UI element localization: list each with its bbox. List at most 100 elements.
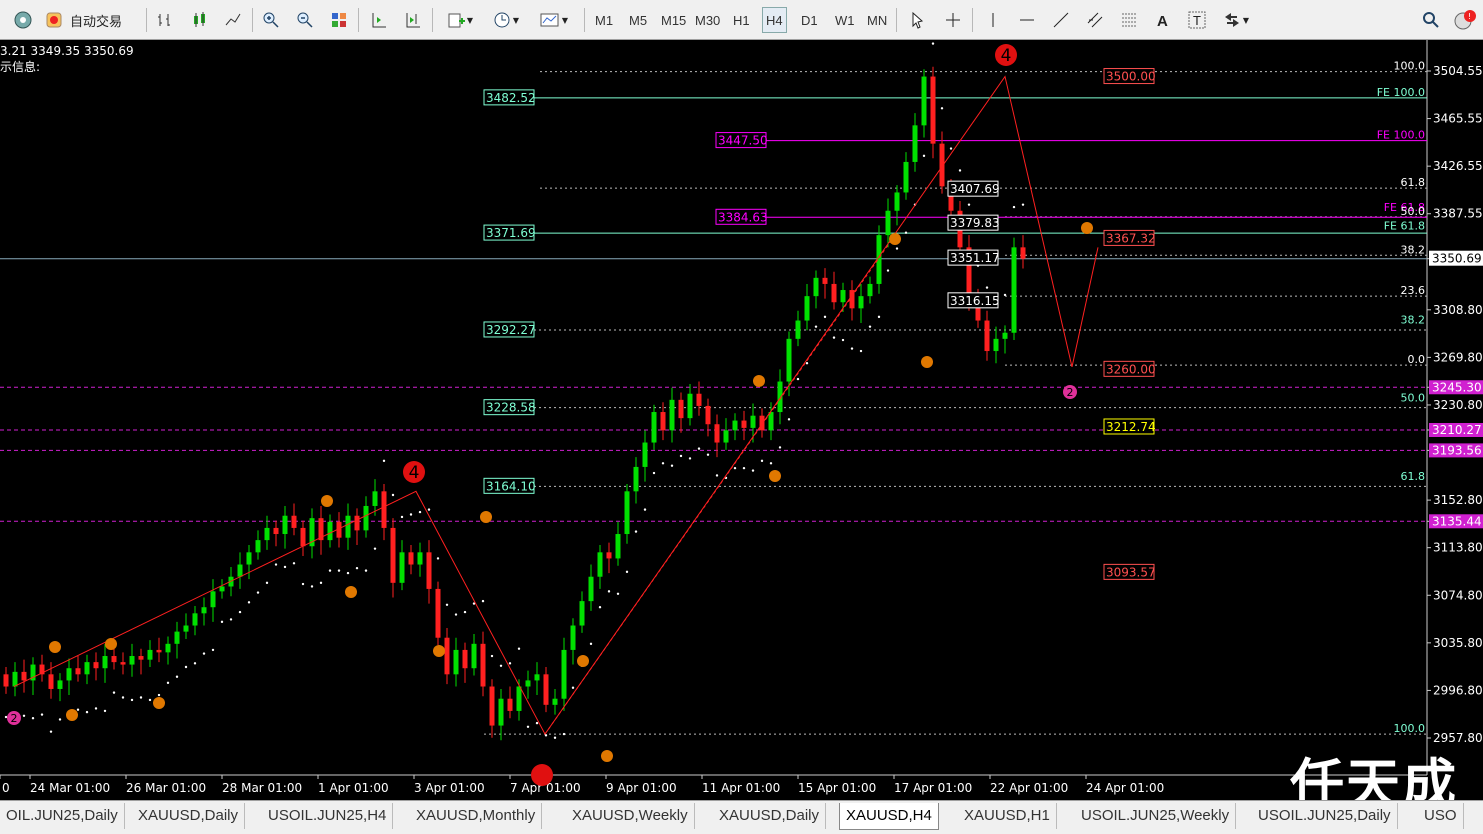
sar-dot bbox=[346, 571, 350, 575]
sar-dot bbox=[688, 457, 692, 460]
timeframe-m5[interactable]: M5 bbox=[626, 7, 650, 33]
line-chart-icon[interactable] bbox=[220, 7, 246, 33]
candle-body bbox=[669, 399, 675, 431]
chart-tab[interactable]: XAUUSD,Daily bbox=[132, 803, 246, 829]
search-icon[interactable] bbox=[1418, 7, 1444, 33]
timeframe-h4[interactable]: H4 bbox=[762, 7, 787, 33]
text-label-icon[interactable]: T bbox=[1184, 7, 1210, 33]
time-tick-label: 22 Apr 01:00 bbox=[990, 781, 1068, 795]
sar-dot bbox=[535, 721, 539, 725]
candle-body bbox=[21, 671, 27, 681]
sar-dot bbox=[130, 698, 134, 702]
trendline-icon[interactable] bbox=[1048, 7, 1074, 33]
time-tick-label: 24 Apr 01:00 bbox=[1086, 781, 1164, 795]
sar-dot bbox=[904, 231, 908, 234]
templates-dropdown[interactable]: ▼ bbox=[536, 7, 572, 33]
sar-dot bbox=[157, 693, 161, 697]
price-chart[interactable]: 3504.55 3465.55 3426.55 3387.55 3350.69 3308.… bbox=[0, 40, 1483, 800]
chart-tabs: OIL.JUN25,Daily XAUUSD,Daily USOIL.JUN25,H… bbox=[0, 800, 1483, 834]
time-tick-label: 17 Apr 01:00 bbox=[894, 781, 972, 795]
candle-body bbox=[192, 613, 198, 626]
candle-body bbox=[417, 552, 423, 565]
vertical-line-icon[interactable] bbox=[980, 7, 1006, 33]
candle-body bbox=[183, 625, 189, 632]
sar-dot bbox=[418, 510, 422, 514]
time-tick-label: 1 Apr 01:00 bbox=[318, 781, 389, 795]
sar-dot bbox=[319, 581, 323, 585]
chart-tab[interactable]: USOIL.JUN25,Weekly bbox=[1075, 803, 1237, 829]
level-label: 3292.27 bbox=[486, 323, 536, 337]
chart-tab[interactable]: XAUUSD,Daily bbox=[713, 803, 827, 829]
sar-dot bbox=[517, 647, 521, 650]
periods-dropdown[interactable]: ▼ bbox=[488, 7, 524, 33]
timeframe-w1[interactable]: W1 bbox=[832, 7, 858, 33]
timeframe-d1[interactable]: D1 bbox=[798, 7, 821, 33]
minor-wave-marker bbox=[49, 641, 61, 653]
sar-dot bbox=[112, 691, 116, 694]
minor-wave-marker bbox=[769, 470, 781, 482]
candle-body bbox=[687, 393, 693, 419]
timeframe-m1[interactable]: M1 bbox=[592, 7, 616, 33]
chart-tab[interactable]: USOIL.JUN25,Daily bbox=[1252, 803, 1398, 829]
price-tick-label: 3113.80 bbox=[1433, 541, 1483, 555]
auto-scroll-icon[interactable] bbox=[366, 7, 392, 33]
sar-dot bbox=[832, 336, 836, 339]
tile-windows-icon[interactable] bbox=[326, 7, 352, 33]
minor-wave-marker bbox=[1081, 222, 1093, 234]
chart-tab[interactable]: XAUUSD,H1 bbox=[958, 803, 1057, 829]
chart-tab[interactable]: USO bbox=[1418, 803, 1464, 829]
notification-icon[interactable]: ! bbox=[1452, 7, 1478, 33]
price-tick-label: 3230.80 bbox=[1433, 398, 1483, 412]
chart-tab[interactable]: XAUUSD,Weekly bbox=[566, 803, 695, 829]
zoom-in-icon[interactable] bbox=[258, 7, 284, 33]
sar-dot bbox=[1012, 205, 1016, 209]
sar-dot bbox=[841, 338, 845, 342]
chart-tab[interactable]: XAUUSD,Monthly bbox=[410, 803, 543, 829]
sar-dot bbox=[787, 418, 791, 421]
sar-dot bbox=[220, 620, 224, 624]
text-tool-icon[interactable]: A bbox=[1150, 7, 1176, 33]
fibonacci-icon[interactable] bbox=[1116, 7, 1142, 33]
candle-body bbox=[822, 277, 828, 284]
sar-dot bbox=[373, 547, 377, 550]
bar-chart-icon[interactable] bbox=[152, 7, 178, 33]
crosshair-icon[interactable] bbox=[940, 7, 966, 33]
chart-shift-icon[interactable] bbox=[400, 7, 426, 33]
horizontal-line-icon[interactable] bbox=[1014, 7, 1040, 33]
price-tick-label: 2996.80 bbox=[1433, 683, 1483, 697]
candlestick-icon[interactable] bbox=[186, 7, 212, 33]
level-label: 3260.00 bbox=[1106, 362, 1156, 376]
equidistant-channel-icon[interactable] bbox=[1082, 7, 1108, 33]
chart-tab[interactable]: USOIL.JUN25,H4 bbox=[262, 803, 394, 829]
candle-body bbox=[48, 674, 54, 689]
auto-trade-button[interactable]: 自动交易 bbox=[44, 7, 136, 33]
price-tick-label: 3152.80 bbox=[1433, 493, 1483, 507]
candle-body bbox=[543, 674, 549, 705]
sar-dot bbox=[562, 732, 566, 736]
market-watch-icon[interactable] bbox=[10, 7, 36, 33]
candle-body bbox=[939, 143, 945, 187]
indicators-dropdown[interactable]: ▼ bbox=[442, 7, 478, 33]
timeframe-m15[interactable]: M15 bbox=[658, 7, 689, 33]
chevron-down-icon: ▼ bbox=[1242, 15, 1250, 25]
timeframe-mn[interactable]: MN bbox=[864, 7, 890, 33]
candle-body bbox=[489, 686, 495, 726]
minor-wave-marker bbox=[66, 709, 78, 721]
candle-body bbox=[804, 296, 810, 321]
sar-dot bbox=[481, 599, 485, 603]
timeframe-h1[interactable]: H1 bbox=[730, 7, 753, 33]
level-label: 3384.63 bbox=[718, 210, 768, 224]
candle-body bbox=[84, 662, 90, 675]
cursor-icon[interactable] bbox=[904, 7, 930, 33]
chart-tab[interactable]: XAUUSD,H4 bbox=[839, 803, 939, 830]
sar-dot bbox=[949, 147, 953, 150]
sar-dot bbox=[193, 662, 197, 665]
candle-body bbox=[795, 320, 801, 339]
zoom-out-icon[interactable] bbox=[292, 7, 318, 33]
candle-body bbox=[66, 668, 72, 681]
timeframe-m30[interactable]: M30 bbox=[692, 7, 723, 33]
candle-body bbox=[597, 552, 603, 577]
sar-dot bbox=[103, 709, 107, 713]
arrows-dropdown[interactable]: ▼ bbox=[1218, 7, 1254, 33]
chart-tab[interactable]: OIL.JUN25,Daily bbox=[0, 803, 125, 829]
